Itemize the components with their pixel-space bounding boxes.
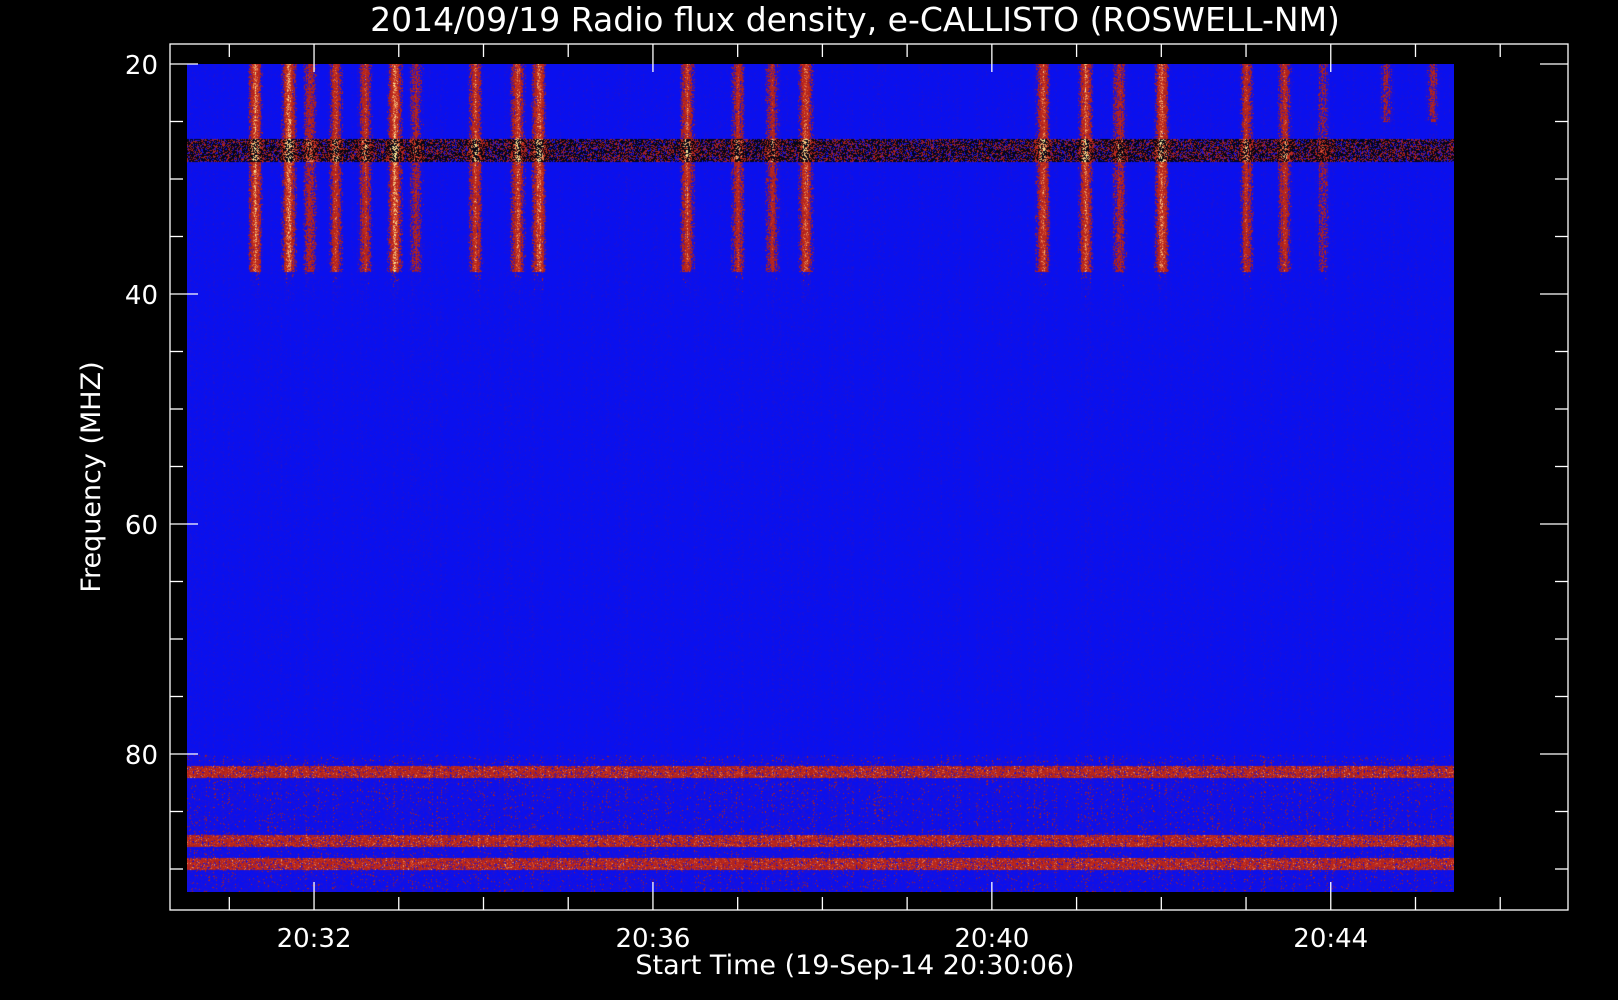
x-tick-label: 20:32 (277, 924, 352, 954)
y-axis-label: Frequency (MHZ) (76, 361, 107, 592)
x-axis-label: Start Time (19-Sep-14 20:30:06) (635, 950, 1074, 981)
x-tick-label: 20:44 (1293, 924, 1368, 954)
y-tick-label: 60 (125, 511, 158, 541)
y-tick-label: 40 (125, 281, 158, 311)
y-tick-label: 20 (125, 51, 158, 81)
chart-title: 2014/09/19 Radio flux density, e-CALLIST… (370, 0, 1340, 39)
spectrogram-image (187, 64, 1454, 892)
spectrogram-chart: 2014/09/19 Radio flux density, e-CALLIST… (0, 0, 1618, 1000)
y-tick-label: 80 (125, 741, 158, 771)
spectrogram-raster (187, 64, 1454, 892)
